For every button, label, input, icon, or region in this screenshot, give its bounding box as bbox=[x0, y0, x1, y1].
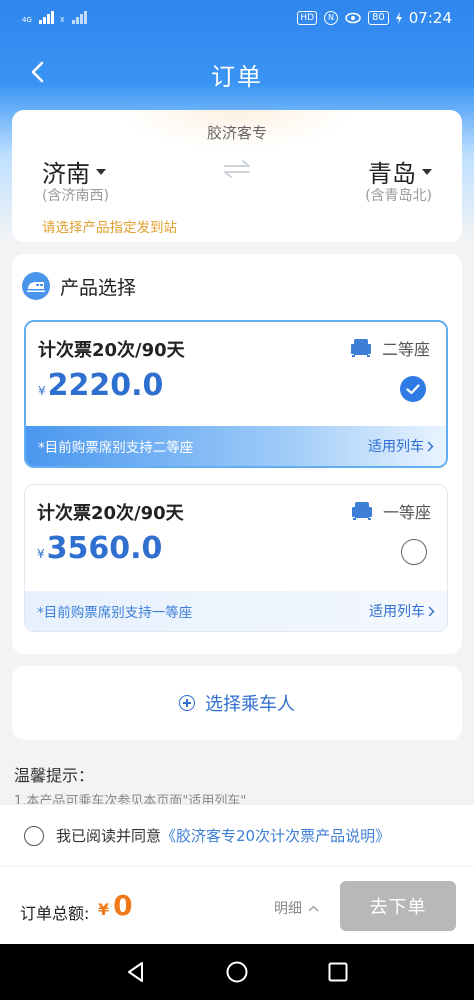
system-nav-bar bbox=[0, 944, 474, 1000]
agreement-bar: 我已阅读并同意 《胶济客专20次计次票产品说明》 bbox=[0, 804, 474, 866]
product-header: 产品选择 bbox=[22, 272, 136, 300]
plus-circle-icon bbox=[179, 695, 195, 711]
agreement-checkbox[interactable] bbox=[24, 826, 44, 846]
chevron-right-icon bbox=[428, 606, 435, 616]
signal-1-label: 4G bbox=[22, 16, 32, 24]
from-city-sub: (含济南西) bbox=[42, 188, 109, 204]
signal-2-label: X bbox=[59, 16, 65, 24]
seat-label: 二等座 bbox=[381, 340, 430, 359]
seat-type: 二等座 bbox=[350, 336, 430, 360]
nav-bar: 订单 bbox=[0, 48, 474, 96]
seat-type: 一等座 bbox=[351, 499, 431, 523]
product-name: 计次票20次/90天 bbox=[37, 503, 184, 524]
product-section-title: 产品选择 bbox=[60, 276, 137, 299]
price: ¥ 2220.0 bbox=[38, 368, 163, 403]
seat-label: 一等座 bbox=[382, 503, 431, 522]
tips-line: 1.本产品可乘车次参见本页面"适用列车" bbox=[14, 794, 247, 804]
detail-button[interactable]: 明细 bbox=[274, 898, 319, 918]
station-tip: 请选择产品指定发到站 bbox=[42, 220, 177, 236]
select-passenger-label: 选择乘车人 bbox=[205, 694, 295, 715]
back-triangle-icon[interactable] bbox=[124, 960, 148, 984]
price: ¥ 3560.0 bbox=[37, 531, 162, 566]
swap-icon[interactable] bbox=[222, 158, 252, 180]
product-card: 产品选择 计次票20次/90天 二等座 ¥ 2220.0 *目前购票席别支持二等… bbox=[12, 254, 462, 654]
detail-label: 明细 bbox=[274, 901, 302, 917]
route-card: 胶济客专 济南 (含济南西) 青岛 (含青岛北) 请选择产品指定发到站 bbox=[12, 110, 462, 242]
status-bar: 4G X HD N 80 07:24 bbox=[0, 0, 474, 40]
place-order-button[interactable]: 去下单 bbox=[340, 881, 456, 931]
nfc-icon: N bbox=[324, 11, 339, 25]
to-city-sub: (含青岛北) bbox=[365, 188, 432, 204]
seat-icon bbox=[351, 502, 372, 520]
option-footer: *目前购票席别支持一等座 适用列车 bbox=[25, 591, 447, 631]
caret-down-icon bbox=[422, 168, 432, 175]
route-line-name: 胶济客专 bbox=[206, 124, 267, 142]
total-amount: ¥ 0 bbox=[98, 889, 133, 922]
product-option-second-class[interactable]: 计次票20次/90天 二等座 ¥ 2220.0 *目前购票席别支持二等座 适用列… bbox=[24, 320, 448, 468]
to-city-selector[interactable]: 青岛 bbox=[368, 154, 432, 189]
product-terms-link[interactable]: 《胶济客专20次计次票产品说明》 bbox=[161, 825, 390, 846]
signal-indicators: 4G X bbox=[22, 10, 87, 24]
applicable-trains-link[interactable]: 适用列车 bbox=[368, 436, 434, 456]
option-footer: *目前购票席别支持二等座 适用列车 bbox=[26, 426, 446, 466]
page-title: 订单 bbox=[211, 63, 263, 91]
train-icon bbox=[22, 272, 50, 300]
agreement-prefix: 我已阅读并同意 bbox=[56, 827, 162, 845]
check-circle-icon[interactable] bbox=[400, 376, 426, 402]
product-option-first-class[interactable]: 计次票20次/90天 一等座 ¥ 3560.0 *目前购票席别支持一等座 适用列… bbox=[24, 484, 448, 632]
from-city-label: 济南 bbox=[42, 160, 90, 188]
from-city-selector[interactable]: 济南 bbox=[42, 154, 106, 189]
home-circle-icon[interactable] bbox=[225, 960, 249, 984]
hd-icon: HD bbox=[297, 11, 318, 25]
chevron-up-icon bbox=[308, 905, 319, 911]
price-value: 3560.0 bbox=[46, 531, 163, 566]
total-value: 0 bbox=[113, 889, 133, 922]
seat-icon bbox=[350, 339, 371, 357]
status-icons: HD N 80 07:24 bbox=[297, 9, 452, 27]
total-currency: ¥ bbox=[98, 900, 110, 919]
select-passenger-button[interactable]: 选择乘车人 bbox=[12, 666, 462, 740]
to-city-label: 青岛 bbox=[368, 160, 416, 188]
currency-symbol: ¥ bbox=[38, 384, 46, 398]
chevron-right-icon bbox=[427, 441, 434, 451]
applicable-trains-label: 适用列车 bbox=[368, 439, 424, 455]
charging-icon bbox=[395, 12, 402, 24]
agreement-text: 我已阅读并同意 《胶济客专20次计次票产品说明》 bbox=[56, 825, 390, 846]
applicable-trains-label: 适用列车 bbox=[369, 604, 425, 620]
recents-square-icon[interactable] bbox=[326, 960, 350, 984]
clock: 07:24 bbox=[408, 9, 452, 27]
signal-2-icon bbox=[71, 10, 87, 24]
caret-down-icon bbox=[96, 168, 106, 175]
battery-icon: 80 bbox=[368, 11, 389, 25]
currency-symbol: ¥ bbox=[37, 547, 45, 561]
tips-title: 温馨提示： bbox=[14, 766, 95, 785]
order-total-bar: 订单总额: ¥ 0 明细 去下单 bbox=[0, 866, 474, 944]
radio-circle-icon[interactable] bbox=[401, 539, 427, 565]
signal-1-icon bbox=[38, 10, 54, 24]
seat-note: *目前购票席别支持一等座 bbox=[37, 605, 193, 621]
price-value: 2220.0 bbox=[47, 368, 164, 403]
applicable-trains-link[interactable]: 适用列车 bbox=[369, 601, 435, 621]
product-name: 计次票20次/90天 bbox=[38, 340, 185, 361]
seat-note: *目前购票席别支持二等座 bbox=[38, 440, 194, 456]
total-label: 订单总额: bbox=[20, 904, 90, 923]
eye-icon bbox=[345, 12, 361, 24]
